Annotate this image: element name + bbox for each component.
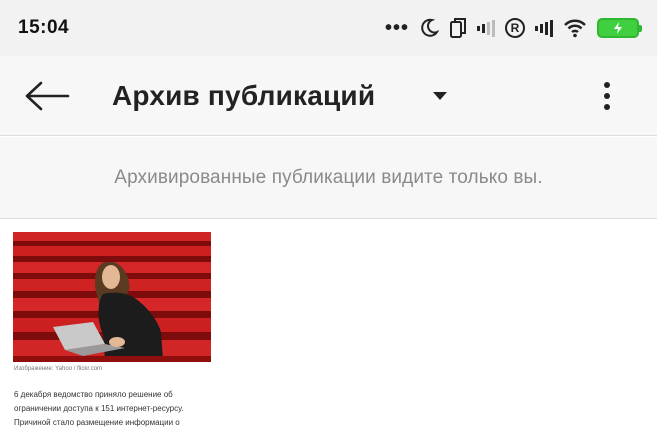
battery-charging-icon: [597, 18, 642, 38]
signal-weak-icon: [477, 19, 495, 37]
arrow-left-icon: [25, 81, 70, 111]
notice-text: Архивированные публикации видите только …: [114, 166, 543, 188]
archive-type-dropdown[interactable]: [425, 78, 455, 114]
archived-posts-grid: Изображение: Yahoo / flickr.com 6 декабр…: [0, 220, 657, 436]
photo-caption: Изображение: Yahoo / flickr.com: [14, 366, 103, 372]
registered-icon: R: [505, 18, 525, 38]
status-icons: ••• R: [384, 16, 642, 40]
more-options-button[interactable]: [590, 76, 624, 116]
back-button[interactable]: [22, 76, 72, 116]
archived-post-thumbnail[interactable]: Изображение: Yahoo / flickr.com 6 декабр…: [10, 228, 215, 436]
wifi-icon: [563, 18, 587, 38]
article-excerpt: 6 декабря ведомство приняло решение об о…: [14, 388, 214, 430]
article-line: ограничении доступа к 151 интернет-ресур…: [14, 404, 184, 413]
dual-sim-icon: [449, 17, 467, 39]
status-bar: 15:04 ••• R: [0, 0, 657, 56]
app-bar: Архив публикаций: [0, 56, 657, 136]
woman-laptop-photo: [13, 232, 211, 362]
more-vert-icon: [604, 82, 610, 110]
archive-notice: Архивированные публикации видите только …: [0, 137, 657, 219]
signal-icon: [535, 19, 553, 37]
article-line: Причиной стало размещение информации о: [14, 418, 180, 427]
status-time: 15:04: [18, 17, 70, 38]
article-line: 6 декабря ведомство приняло решение об: [14, 390, 173, 399]
moon-icon: [419, 18, 439, 38]
notification-dots-icon: •••: [384, 16, 409, 39]
page-title[interactable]: Архив публикаций: [112, 76, 375, 116]
caret-down-icon: [433, 92, 447, 100]
